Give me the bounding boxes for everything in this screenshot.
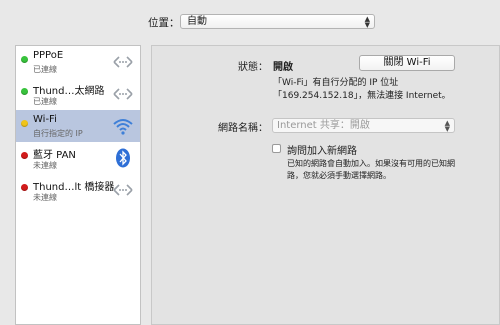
- turn-wifi-off-button[interactable]: 關閉 Wi-Fi: [359, 55, 455, 71]
- status-dot: [21, 152, 28, 159]
- status-description-line1: 「Wi-Fi」有自行分配的 IP 位址: [273, 78, 399, 88]
- network-name-label: 網路名稱：: [218, 123, 268, 134]
- service-item-thunderbolt-bridge[interactable]: Thund…lt 橋接器 未連線: [16, 174, 140, 206]
- service-item-pppoe[interactable]: PPPoE 已連線: [16, 46, 140, 78]
- ask-join-description-line1: 已知的網路會自動加入。如果沒有可用的已知網: [287, 159, 455, 168]
- service-name: Wi-Fi: [33, 114, 57, 125]
- service-name: PPPoE: [33, 50, 64, 61]
- service-name: Thund…lt 橋接器: [33, 182, 115, 193]
- ethernet-arrows-icon: [113, 56, 133, 68]
- network-name-select[interactable]: Internet 共享：開啟 ▲ ▼: [272, 118, 455, 133]
- updown-chevron-icon: ▲ ▼: [364, 15, 370, 29]
- service-item-thunderbolt-ethernet[interactable]: Thund…太網路 已連線: [16, 78, 140, 110]
- service-status: 未連線: [33, 193, 57, 202]
- service-list: PPPoE 已連線 Thund…太網路 已連線 Wi-Fi 自行指定的 IP 藍…: [15, 45, 141, 325]
- location-label: 位置：: [148, 17, 180, 29]
- location-select[interactable]: 自動 ▲ ▼: [180, 14, 375, 29]
- status-dot: [21, 56, 28, 63]
- ethernet-arrows-icon: [113, 184, 133, 196]
- updown-chevron-icon: ▲ ▼: [444, 119, 450, 133]
- service-name: 藍牙 PAN: [33, 150, 76, 161]
- service-status: 已連線: [33, 97, 57, 106]
- bluetooth-icon: [116, 148, 130, 168]
- service-item-bluetooth-pan[interactable]: 藍牙 PAN 未連線: [16, 142, 140, 174]
- service-status: 自行指定的 IP: [33, 129, 83, 138]
- ask-join-label[interactable]: 詢問加入新網路: [287, 142, 357, 157]
- network-name-value: Internet 共享：開啟: [277, 120, 370, 131]
- wifi-icon: [113, 119, 133, 135]
- location-value: 自動: [187, 16, 207, 27]
- status-dot: [21, 184, 28, 191]
- status-value: 開啟: [273, 62, 293, 73]
- status-description-line2: 「169.254.152.18」，無法連接 Internet。: [273, 91, 451, 101]
- status-dot: [21, 88, 28, 95]
- ask-join-description-line2: 路，您就必須手動選擇網路。: [287, 171, 391, 180]
- status-dot: [21, 120, 28, 127]
- service-status: 已連線: [33, 65, 57, 74]
- service-item-wifi[interactable]: Wi-Fi 自行指定的 IP: [16, 110, 140, 142]
- service-status: 未連線: [33, 161, 57, 170]
- status-label: 狀態：: [238, 62, 268, 73]
- ethernet-arrows-icon: [113, 88, 133, 100]
- service-name: Thund…太網路: [33, 86, 105, 97]
- ask-join-checkbox[interactable]: [272, 144, 281, 153]
